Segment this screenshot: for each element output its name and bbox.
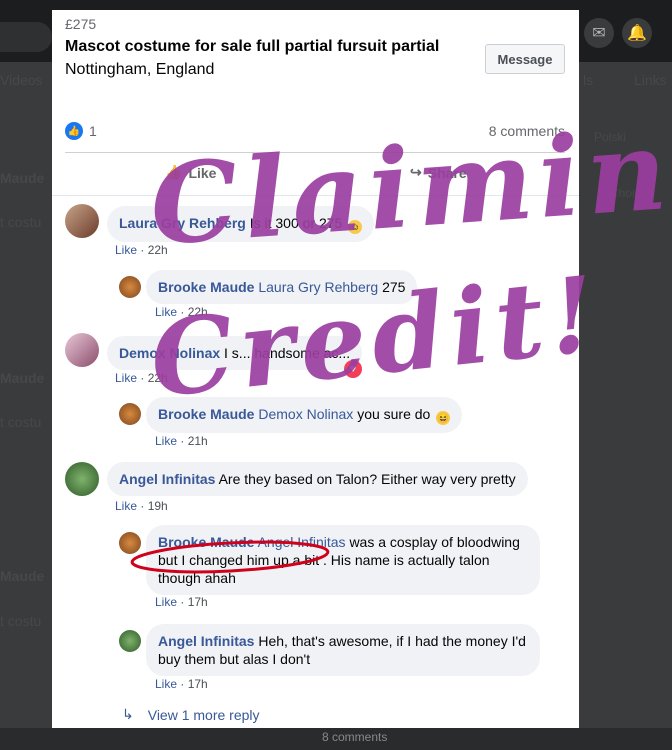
comment-time[interactable]: 17h	[188, 595, 208, 609]
comment-bubble: Brooke Maude Angel Infinitas was a cospl…	[146, 525, 540, 595]
comment-author[interactable]: Angel Infinitas	[158, 633, 254, 649]
background-footer: 8 comments	[0, 728, 672, 750]
comment-time[interactable]: 22h	[148, 243, 168, 257]
like-button[interactable]: 👍 Like	[165, 164, 216, 181]
avatar[interactable]	[119, 630, 141, 652]
comment-text: I s... handsome ac...	[224, 345, 351, 361]
background-name: Maude	[0, 568, 45, 584]
avatar[interactable]	[119, 403, 141, 425]
comment-bubble: Angel Infinitas Are they based on Talon?…	[107, 462, 528, 496]
comment-meta: Like · 22h	[115, 371, 168, 385]
background-language: Polski	[594, 130, 627, 144]
background-tab-videos: Videos	[0, 72, 43, 88]
message-button[interactable]: Message	[485, 44, 565, 74]
comment-text: you sure do	[357, 406, 431, 422]
comment-author[interactable]: Brooke Maude	[158, 534, 254, 550]
view-more-replies[interactable]: ↳ View 1 more reply	[122, 706, 260, 723]
background-text: t costu	[0, 613, 42, 629]
comment-like-link[interactable]: Like	[155, 677, 177, 691]
comment-meta: Like · 21h	[155, 434, 208, 448]
comment-bubble: Brooke Maude Laura Gry Rehberg 275	[146, 270, 418, 304]
comment-count[interactable]: 8 comments	[489, 123, 565, 139]
notifications-icon: 🔔	[622, 18, 652, 48]
comment-text: 275	[382, 279, 406, 295]
comment-time[interactable]: 22h	[188, 305, 208, 319]
comment-like-link[interactable]: Like	[115, 499, 137, 513]
listing-modal: £275 Mascot costume for sale full partia…	[52, 10, 579, 728]
background-name: Maude	[0, 370, 45, 386]
divider	[65, 152, 565, 153]
comment-author[interactable]: Demox Nolinax	[119, 345, 220, 361]
action-bar: 👍 Like ↪ Share	[65, 160, 565, 188]
comment-like-link[interactable]: Like	[155, 595, 177, 609]
avatar[interactable]	[119, 276, 141, 298]
background-text: t costu	[0, 214, 42, 230]
comment-meta: Like · 17h	[155, 595, 208, 609]
comment-author[interactable]: Brooke Maude	[158, 279, 254, 295]
comment-meta: Like · 17h	[155, 677, 208, 691]
comment-bubble: Angel Infinitas Heh, that's awesome, if …	[146, 624, 540, 676]
thumbs-up-icon: 👍	[165, 164, 183, 180]
comment-time[interactable]: 17h	[188, 677, 208, 691]
background-name: Maude	[0, 170, 45, 186]
listing-price: £275	[65, 16, 97, 32]
avatar[interactable]	[119, 532, 141, 554]
share-icon: ↪	[410, 164, 422, 180]
background-search	[0, 22, 52, 52]
laughing-emoji-icon: 😆	[436, 411, 451, 425]
comment-time[interactable]: 19h	[148, 499, 168, 513]
avatar[interactable]	[65, 333, 99, 367]
comment-like-link[interactable]: Like	[115, 243, 137, 257]
comment-bubble: Brooke Maude Demox Nolinax you sure do 😆	[146, 397, 463, 433]
comment-meta: Like · 19h	[115, 499, 168, 513]
share-button[interactable]: ↪ Share	[410, 164, 467, 181]
background-tab-ls: ls	[583, 72, 594, 88]
comment-mention[interactable]: Demox Nolinax	[258, 406, 353, 422]
comment-bubble: Demox Nolinax I s... handsome ac...	[107, 336, 363, 370]
comment-meta: Like · 22h	[155, 305, 208, 319]
comment-mention[interactable]: Angel Infinitas	[258, 534, 346, 550]
comment-mention[interactable]: Laura Gry Rehberg	[258, 279, 378, 295]
like-reaction-icon[interactable]: 👍	[65, 122, 83, 140]
comment-text: Is it 300 or 275	[249, 215, 343, 231]
comment-like-link[interactable]: Like	[115, 371, 137, 385]
background-tab-links: Links	[634, 72, 667, 88]
comment-like-link[interactable]: Like	[155, 434, 177, 448]
messenger-icon: ✉	[584, 18, 614, 48]
avatar[interactable]	[65, 462, 99, 496]
comment-bubble: Laura Gry Rehberg Is it 300 or 275 ☺	[107, 206, 375, 242]
comment-time[interactable]: 21h	[188, 434, 208, 448]
comment-text: Are they based on Talon? Either way very…	[218, 471, 516, 487]
avatar[interactable]	[65, 204, 99, 238]
background-adchoices: Choices	[610, 186, 654, 200]
listing-title[interactable]: Mascot costume for sale full partial fur…	[65, 36, 465, 57]
reaction-stats: 👍 1 8 comments	[65, 120, 565, 142]
heart-reaction-icon[interactable]: ♥	[344, 360, 362, 378]
reply-arrow-icon: ↳	[122, 706, 134, 722]
comment-meta: Like · 22h	[115, 243, 168, 257]
comment-time[interactable]: 22h	[148, 371, 168, 385]
background-text: t costu	[0, 414, 42, 430]
smiling-emoji-icon: ☺	[348, 220, 363, 234]
comment-author[interactable]: Angel Infinitas	[119, 471, 215, 487]
like-count[interactable]: 1	[89, 123, 97, 139]
comment-author[interactable]: Laura Gry Rehberg	[119, 215, 246, 231]
comment-author[interactable]: Brooke Maude	[158, 406, 254, 422]
divider	[52, 195, 579, 196]
listing-header: £275 Mascot costume for sale full partia…	[52, 10, 579, 110]
comment-like-link[interactable]: Like	[155, 305, 177, 319]
